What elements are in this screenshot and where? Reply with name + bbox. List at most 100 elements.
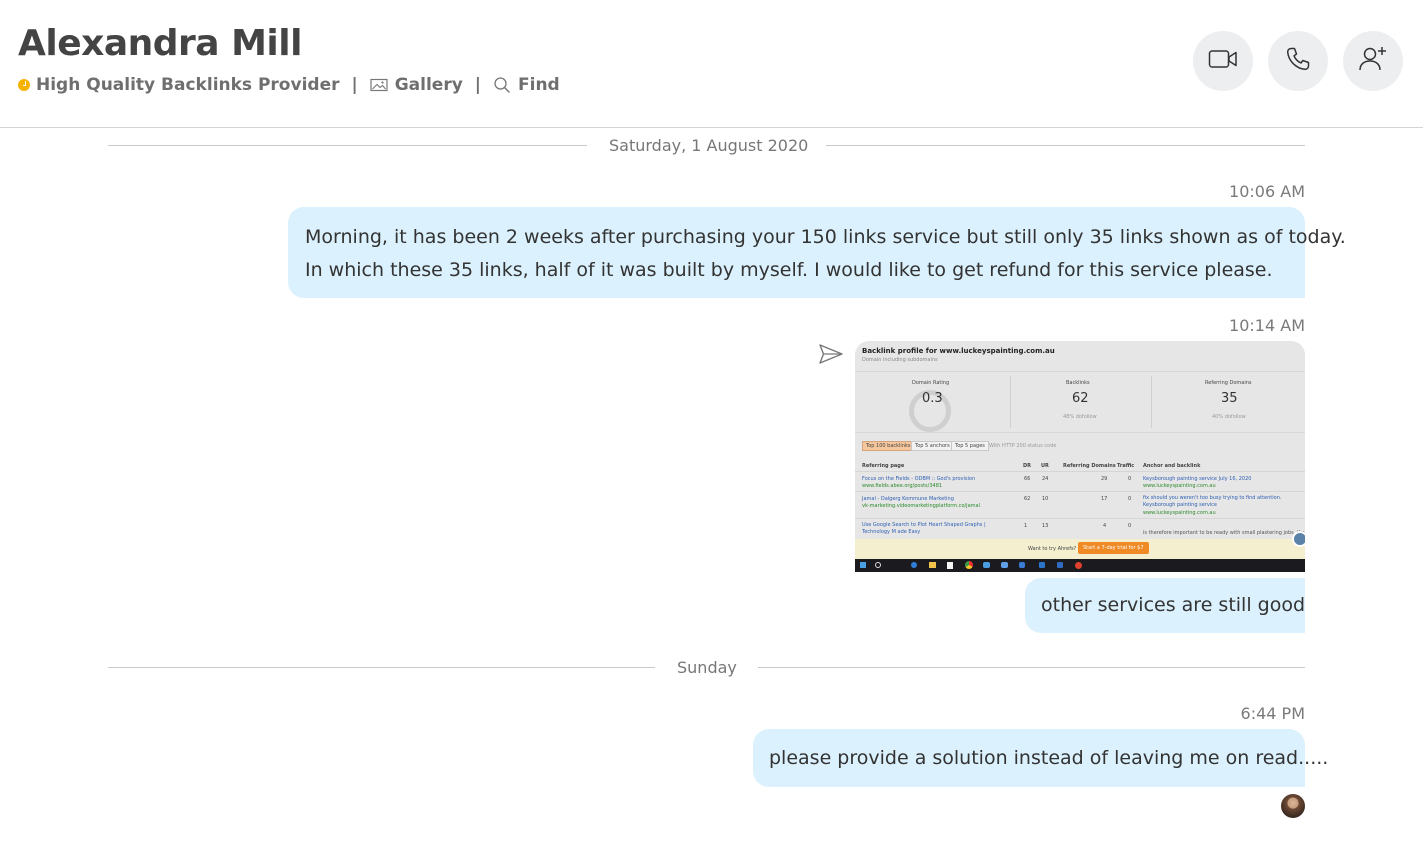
shot-tab-note: With HTTP 200 status code <box>989 443 1057 449</box>
metric-value: 62 <box>1072 391 1089 406</box>
shot-title: Backlink profile for www.luckeyspainting… <box>862 347 1055 355</box>
metric-sub: 40% dofollow <box>1212 414 1246 420</box>
windows-icon <box>860 562 866 568</box>
row-dr: 66 <box>1024 476 1031 482</box>
metric-value: 0.3 <box>922 391 943 406</box>
row-rd: 17 <box>1101 496 1108 502</box>
shot-col-header: Anchor and backlink <box>1143 463 1201 469</box>
metric-value: 35 <box>1221 391 1238 406</box>
gallery-link[interactable]: Gallery <box>395 75 463 95</box>
message-text-line: In which these 35 links, half of it was … <box>305 259 1273 281</box>
divider-line <box>826 145 1305 146</box>
divider-line <box>758 667 1305 668</box>
metric-label: Domain Rating <box>912 380 950 386</box>
metric-label: Referring Domains <box>1205 380 1252 386</box>
status-dot-icon <box>18 79 30 91</box>
message-timestamp: 6:44 PM <box>1240 704 1305 723</box>
gallery-icon[interactable] <box>370 78 388 92</box>
read-receipt-avatar[interactable] <box>1281 794 1305 818</box>
message-bubble[interactable]: Morning, it has been 2 weeks after purch… <box>288 207 1346 298</box>
divider-line <box>108 667 655 668</box>
date-divider: Sunday <box>108 658 1305 678</box>
row-traffic: 0 <box>1128 523 1132 529</box>
date-label: Saturday, 1 August 2020 <box>609 136 809 155</box>
shot-tab: Top 100 backlinks <box>862 441 915 451</box>
forward-button[interactable] <box>818 343 844 369</box>
row-link: www.luckeyspainting.com.au <box>1143 483 1216 489</box>
shot-metrics: Domain Rating 0.3 Backlinks 62 48% dofol… <box>855 371 1305 433</box>
promo-button: Start a 7-day trial for $7 <box>1078 542 1149 554</box>
message-timestamp: 10:06 AM <box>1229 182 1305 201</box>
shot-col-header: UR <box>1041 463 1049 469</box>
shot-col-header: Traffic <box>1117 463 1135 469</box>
add-people-button[interactable] <box>1343 31 1403 91</box>
app-icon <box>1057 562 1063 568</box>
app-icon <box>1039 562 1045 568</box>
phone-icon <box>1285 46 1311 76</box>
row-anchor: is therefore important to be ready with … <box>1143 530 1305 536</box>
contact-subline: High Quality Backlinks Provider | Galler… <box>18 73 560 97</box>
table-divider <box>855 518 1305 519</box>
shot-col-header: Referring Domains <box>1063 463 1116 469</box>
divider-line <box>108 145 587 146</box>
shot-subtitle: Domain including subdomains <box>862 357 938 363</box>
contact-name[interactable]: Alexandra Mill <box>18 20 302 68</box>
message-timestamp: 10:14 AM <box>1229 316 1305 335</box>
message-text-line: Morning, it has been 2 weeks after purch… <box>305 226 1346 248</box>
chat-bubble-icon <box>1292 531 1305 547</box>
send-icon <box>818 344 844 369</box>
metric-divider <box>1010 376 1011 428</box>
app-icon <box>1001 562 1008 568</box>
message-text: please provide a solution instead of lea… <box>769 747 1329 769</box>
message-bubble[interactable]: other services are still good <box>1025 578 1305 633</box>
chrome-icon <box>965 561 973 569</box>
promo-bar: Want to try Ahrefs? Start a 7-day trial … <box>855 539 1305 559</box>
folder-icon <box>929 562 936 568</box>
shot-col-header: Referring page <box>862 463 905 469</box>
cortana-icon <box>875 562 881 568</box>
video-call-button[interactable] <box>1193 31 1253 91</box>
shot-tab: Top 5 anchors <box>911 441 954 451</box>
row-rd: 29 <box>1101 476 1108 482</box>
date-divider: Saturday, 1 August 2020 <box>108 136 1305 156</box>
status-text[interactable]: High Quality Backlinks Provider <box>36 75 339 95</box>
chat-header: Alexandra Mill High Quality Backlinks Pr… <box>0 0 1423 128</box>
row-ur: 10 <box>1042 496 1049 502</box>
row-rd: 4 <box>1103 523 1107 529</box>
row-anchor: fix should you weren't too busy trying t… <box>1143 495 1282 508</box>
video-call-icon <box>1208 48 1238 74</box>
row-traffic: 0 <box>1128 476 1132 482</box>
row-traffic: 0 <box>1128 496 1132 502</box>
shot-col-header: DR <box>1023 463 1032 469</box>
app-icon <box>1075 562 1082 569</box>
add-person-icon <box>1358 45 1388 77</box>
message-bubble[interactable]: please provide a solution instead of lea… <box>753 729 1329 787</box>
date-label: Sunday <box>677 658 737 677</box>
app-icon <box>983 562 990 568</box>
audio-call-button[interactable] <box>1268 31 1328 91</box>
edge-icon <box>911 562 917 568</box>
metric-sub: 48% dofollow <box>1063 414 1097 420</box>
row-page: Use Google Search to Plot Heart Shaped G… <box>862 522 986 535</box>
row-link: www.luckeyspainting.com.au <box>1143 510 1216 516</box>
row-dr: 1 <box>1024 523 1028 529</box>
metric-divider <box>1151 376 1152 428</box>
promo-text: Want to try Ahrefs? <box>1028 546 1077 552</box>
row-dr: 62 <box>1024 496 1031 502</box>
shot-tab: Top 5 pages <box>951 441 989 451</box>
app-icon <box>1019 562 1025 568</box>
find-link[interactable]: Find <box>518 75 560 95</box>
row-url: vk-marketing.videomarketingplatform.co/j… <box>862 503 980 509</box>
message-text: other services are still good <box>1041 594 1306 616</box>
image-attachment[interactable]: Backlink profile for www.luckeyspainting… <box>855 341 1305 572</box>
separator: | <box>474 75 481 95</box>
metric-label: Backlinks <box>1066 380 1090 386</box>
row-ur: 13 <box>1042 523 1049 529</box>
row-url: www.fields.abee.org/posts/3481 <box>862 483 943 489</box>
taskbar <box>855 559 1305 572</box>
table-divider <box>855 491 1305 492</box>
notepad-icon <box>947 562 953 569</box>
search-icon[interactable] <box>493 76 511 94</box>
row-ur: 24 <box>1042 476 1049 482</box>
separator: | <box>351 75 358 95</box>
